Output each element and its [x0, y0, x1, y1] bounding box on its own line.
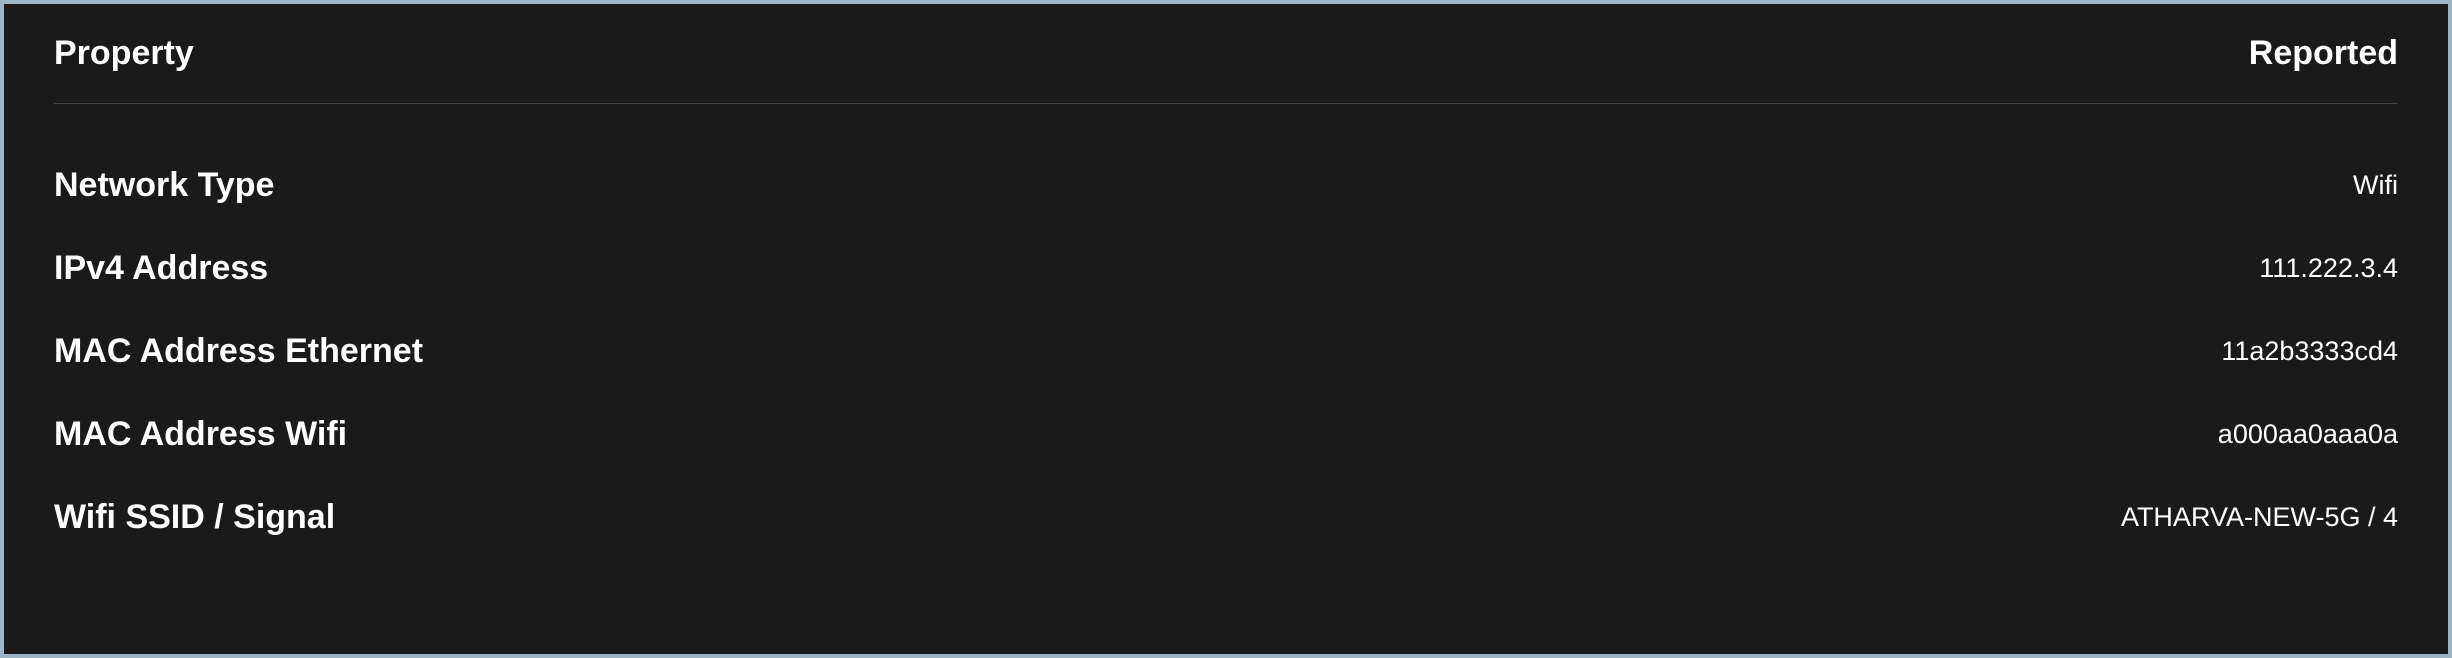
property-value: ATHARVA-NEW-5G / 4: [2121, 502, 2398, 533]
property-value: Wifi: [2353, 170, 2398, 201]
property-label: MAC Address Ethernet: [54, 332, 423, 371]
table-row: Wifi SSID / Signal ATHARVA-NEW-5G / 4: [54, 476, 2398, 559]
table-row: IPv4 Address 111.222.3.4: [54, 227, 2398, 310]
property-label: Network Type: [54, 166, 274, 205]
table-row: MAC Address Ethernet 11a2b3333cd4: [54, 310, 2398, 393]
property-label: MAC Address Wifi: [54, 415, 347, 454]
property-label: IPv4 Address: [54, 249, 268, 288]
network-properties-panel: Property Reported Network Type Wifi IPv4…: [4, 4, 2448, 654]
property-value: 11a2b3333cd4: [2221, 336, 2398, 367]
table-row: MAC Address Wifi a000aa0aaa0a: [54, 393, 2398, 476]
property-value: a000aa0aaa0a: [2218, 419, 2398, 450]
property-value: 111.222.3.4: [2259, 253, 2398, 284]
table-body: Network Type Wifi IPv4 Address 111.222.3…: [54, 104, 2398, 559]
property-label: Wifi SSID / Signal: [54, 498, 335, 537]
header-property: Property: [54, 34, 194, 73]
table-header-row: Property Reported: [54, 34, 2398, 104]
table-row: Network Type Wifi: [54, 144, 2398, 227]
header-reported: Reported: [2249, 34, 2398, 73]
